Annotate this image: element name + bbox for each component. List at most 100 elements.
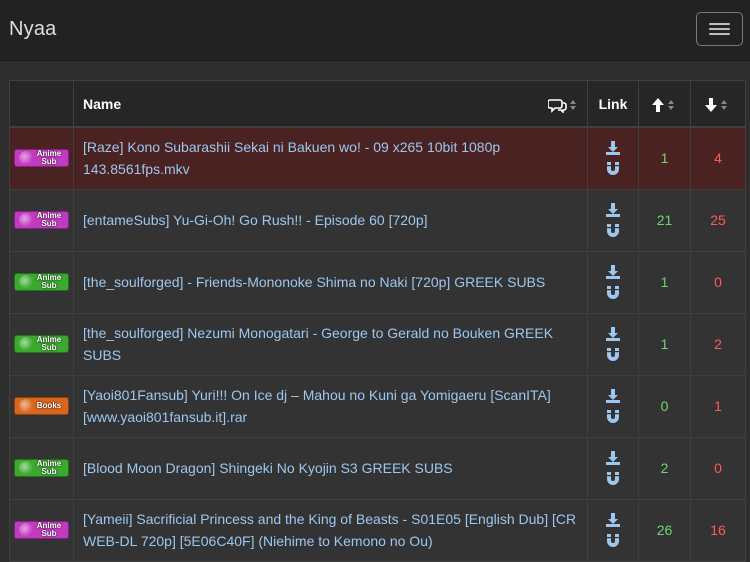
category-cell: Anime Sub <box>9 126 74 190</box>
seeders-count: 1 <box>638 250 691 314</box>
category-badge[interactable]: Anime Sub <box>14 459 69 478</box>
torrent-title-link[interactable]: [Raze] Kono Subarashii Sekai ni Bakuen w… <box>83 139 500 177</box>
table-row: Anime Sub [the_soulforged] - Friends-Mono… <box>9 250 746 314</box>
brand-logo[interactable]: Nyaa <box>9 18 57 41</box>
category-badge[interactable]: Anime Sub <box>14 335 69 354</box>
category-icon: Anime Sub <box>14 149 69 168</box>
name-cell: [Yameii] Sacrificial Princess and the Ki… <box>73 498 588 562</box>
category-icon: Anime Sub <box>14 521 69 540</box>
name-cell: [Yaoi801Fansub] Yuri!!! On Ice dj – Maho… <box>73 374 588 438</box>
links-cell <box>587 436 639 500</box>
magnet-icon[interactable] <box>605 223 621 239</box>
leechers-count: 1 <box>690 374 746 438</box>
category-orb <box>19 275 33 290</box>
category-badge[interactable]: Anime Sub <box>14 211 69 230</box>
header-leechers[interactable] <box>690 80 746 128</box>
magnet-icon[interactable] <box>605 285 621 301</box>
name-cell: [the_soulforged] - Friends-Mononoke Shim… <box>73 250 588 314</box>
category-badge-text: Anime Sub <box>36 149 62 167</box>
torrent-title-link[interactable]: [Yaoi801Fansub] Yuri!!! On Ice dj – Maho… <box>83 387 551 425</box>
torrent-table: Name Link Anime Sub [Raze] Kono Subarash… <box>9 80 746 562</box>
leechers-count: 2 <box>690 312 746 376</box>
category-cell: Anime Sub <box>9 188 74 252</box>
arrow-down-icon <box>705 98 727 112</box>
category-cell: Books <box>9 374 74 438</box>
comments-sort-icon[interactable] <box>548 97 582 113</box>
download-icon[interactable] <box>605 140 621 156</box>
magnet-icon[interactable] <box>605 347 621 363</box>
hamburger-icon <box>709 23 730 35</box>
seeders-count: 1 <box>638 126 691 190</box>
table-header-row: Name Link <box>9 80 746 128</box>
leechers-count: 0 <box>690 436 746 500</box>
category-orb <box>19 151 33 166</box>
name-cell: [entameSubs] Yu-Gi-Oh! Go Rush!! - Episo… <box>73 188 588 252</box>
torrent-title-link[interactable]: [the_soulforged] Nezumi Monogatari - Geo… <box>83 325 553 363</box>
category-badge[interactable]: Books <box>14 397 69 416</box>
category-badge-text: Anime Sub <box>36 521 62 539</box>
category-badge-text: Anime Sub <box>36 211 62 229</box>
header-link[interactable]: Link <box>587 80 639 128</box>
download-icon[interactable] <box>605 202 621 218</box>
torrent-title-link[interactable]: [the_soulforged] - Friends-Mononoke Shim… <box>83 274 545 290</box>
table-row: Anime Sub [Yameii] Sacrificial Princess a… <box>9 498 746 562</box>
torrent-table-body: Anime Sub [Raze] Kono Subarashii Sekai ni… <box>9 126 746 562</box>
download-icon[interactable] <box>605 512 621 528</box>
links-cell <box>587 188 639 252</box>
header-link-label: Link <box>598 95 628 112</box>
seeders-count: 26 <box>638 498 691 562</box>
torrent-title-link[interactable]: [entameSubs] Yu-Gi-Oh! Go Rush!! - Episo… <box>83 212 428 228</box>
category-orb <box>19 337 33 352</box>
category-badge-text: Anime Sub <box>36 273 62 291</box>
torrent-title-link[interactable]: [Blood Moon Dragon] Shingeki No Kyojin S… <box>83 460 453 476</box>
category-badge[interactable]: Anime Sub <box>14 521 69 540</box>
links-cell <box>587 126 639 190</box>
torrent-table-wrapper: Name Link Anime Sub [Raze] Kono Subarash… <box>9 80 746 562</box>
category-icon: Books <box>14 397 69 416</box>
category-icon: Anime Sub <box>14 335 69 354</box>
links-cell <box>587 312 639 376</box>
category-orb <box>19 523 33 538</box>
leechers-count: 0 <box>690 250 746 314</box>
seeders-count: 21 <box>638 188 691 252</box>
magnet-icon[interactable] <box>605 471 621 487</box>
download-icon[interactable] <box>605 326 621 342</box>
magnet-icon[interactable] <box>605 533 621 549</box>
category-badge-text: Books <box>36 401 62 411</box>
table-row: Anime Sub [entameSubs] Yu-Gi-Oh! Go Rush!… <box>9 188 746 252</box>
name-cell: [the_soulforged] Nezumi Monogatari - Geo… <box>73 312 588 376</box>
magnet-icon[interactable] <box>605 409 621 425</box>
name-cell: [Blood Moon Dragon] Shingeki No Kyojin S… <box>73 436 588 500</box>
magnet-icon[interactable] <box>605 161 621 177</box>
category-cell: Anime Sub <box>9 312 74 376</box>
category-orb <box>19 461 33 476</box>
category-icon: Anime Sub <box>14 273 69 292</box>
name-cell: [Raze] Kono Subarashii Sekai ni Bakuen w… <box>73 126 588 190</box>
category-orb <box>19 399 33 414</box>
header-category[interactable] <box>9 80 74 128</box>
links-cell <box>587 374 639 438</box>
seeders-count: 1 <box>638 312 691 376</box>
links-cell <box>587 250 639 314</box>
menu-toggle-button[interactable] <box>696 12 743 46</box>
header-name[interactable]: Name <box>73 80 588 128</box>
seeders-count: 0 <box>638 374 691 438</box>
header-name-label: Name <box>83 95 122 112</box>
category-badge-text: Anime Sub <box>36 459 62 477</box>
download-icon[interactable] <box>605 450 621 466</box>
torrent-title-link[interactable]: [Yameii] Sacrificial Princess and the Ki… <box>83 511 576 549</box>
table-row: Anime Sub [Blood Moon Dragon] Shingeki No… <box>9 436 746 500</box>
category-badge[interactable]: Anime Sub <box>14 149 69 168</box>
header-seeders[interactable] <box>638 80 691 128</box>
navbar: Nyaa <box>0 0 750 61</box>
table-row: Anime Sub [the_soulforged] Nezumi Monogat… <box>9 312 746 376</box>
table-row: Books [Yaoi801Fansub] Yuri!!! On Ice dj … <box>9 374 746 438</box>
download-icon[interactable] <box>605 388 621 404</box>
download-icon[interactable] <box>605 264 621 280</box>
seeders-count: 2 <box>638 436 691 500</box>
comments-icon <box>548 99 567 113</box>
leechers-count: 4 <box>690 126 746 190</box>
category-badge[interactable]: Anime Sub <box>14 273 69 292</box>
category-icon: Anime Sub <box>14 459 69 478</box>
leechers-count: 25 <box>690 188 746 252</box>
